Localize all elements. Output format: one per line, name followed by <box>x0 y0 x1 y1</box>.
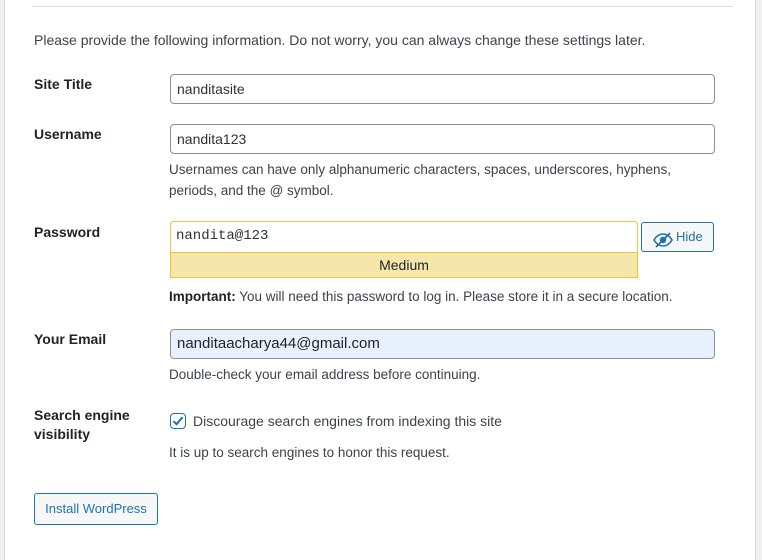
email-value: nanditaacharya44@gmail.com <box>177 335 380 352</box>
discourage-search-checkbox[interactable] <box>170 413 186 429</box>
search-visibility-label-line1: Search engine <box>34 407 130 423</box>
username-input[interactable]: nandita123 <box>170 124 715 154</box>
username-description-line1: Usernames can have only alphanumeric cha… <box>169 162 672 177</box>
password-label: Password <box>34 224 101 240</box>
site-title-label: Site Title <box>34 76 93 92</box>
checkmark-icon <box>172 416 184 426</box>
username-description: Usernames can have only alphanumeric cha… <box>169 159 729 201</box>
email-input[interactable]: nanditaacharya44@gmail.com <box>170 329 715 359</box>
password-value: nandita@123 <box>176 228 269 244</box>
password-input[interactable]: nandita@123 <box>170 221 638 252</box>
hide-button-label: Hide <box>676 229 703 244</box>
username-description-line2: periods, and the @ symbol. <box>169 183 334 198</box>
password-strength-text: Medium <box>379 257 429 273</box>
username-value: nandita123 <box>177 131 247 147</box>
search-visibility-label-line2: visibility <box>34 426 91 442</box>
eye-slash-icon <box>653 230 673 248</box>
top-divider <box>33 6 733 7</box>
password-important-note: Important: You will need this password t… <box>169 286 673 307</box>
important-text: You will need this password to log in. P… <box>239 289 673 304</box>
username-label: Username <box>34 126 102 142</box>
discourage-search-label[interactable]: Discourage search engines from indexing … <box>193 412 502 431</box>
password-strength-meter: Medium <box>170 252 638 278</box>
site-title-input[interactable]: nanditasite <box>170 74 715 104</box>
site-title-value: nanditasite <box>177 81 245 97</box>
search-visibility-label: Search engine visibility <box>34 406 130 444</box>
search-visibility-description: It is up to search engines to honor this… <box>169 445 450 460</box>
install-wordpress-button[interactable]: Install WordPress <box>34 493 158 525</box>
email-description: Double-check your email address before c… <box>169 367 481 382</box>
hide-password-button[interactable]: Hide <box>641 222 714 252</box>
important-label: Important: <box>169 289 236 304</box>
intro-text: Please provide the following information… <box>34 32 646 48</box>
email-label: Your Email <box>34 331 107 347</box>
